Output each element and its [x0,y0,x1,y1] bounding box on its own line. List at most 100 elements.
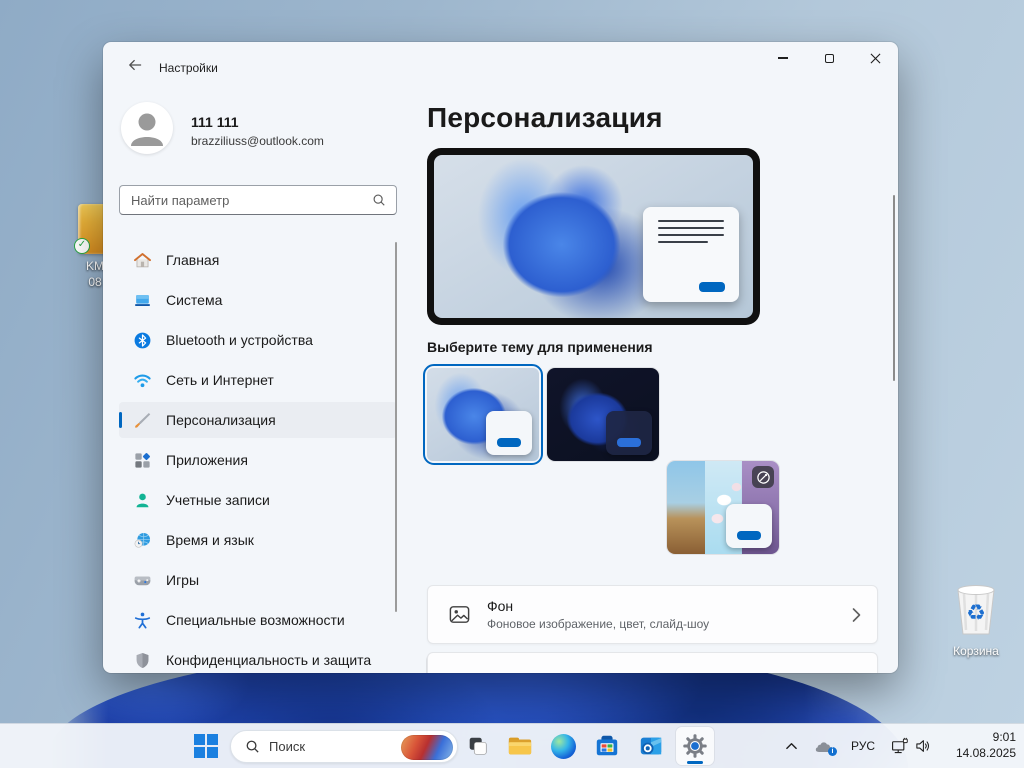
sidebar-item-network[interactable]: Сеть и Интернет [119,362,397,398]
microsoft-store-button[interactable] [588,727,626,765]
minimize-button[interactable] [760,42,806,74]
themes-section-label: Выберите тему для применения [427,339,653,355]
theme-accent-pill [737,531,761,540]
system-icon [132,290,152,310]
bluetooth-icon [132,330,152,350]
maximize-icon [825,54,834,63]
sidebar-item-label: Bluetooth и устройства [166,332,313,348]
sidebar-item-accessibility[interactable]: Специальные возможности [119,602,397,638]
home-icon [132,250,152,270]
profile-name: 111 111 [191,114,239,130]
background-settings-row[interactable]: Фон Фоновое изображение, цвет, слайд-шоу [427,585,878,644]
gear-icon [682,733,708,759]
chevron-up-icon [785,740,798,753]
task-view-button[interactable] [459,727,497,765]
store-icon [594,733,620,759]
search-icon [245,739,260,754]
back-arrow-icon [127,57,143,73]
network-tray-button[interactable] [886,727,912,765]
clock[interactable]: 9:01 14.08.2025 [956,729,1016,761]
sidebar-item-label: Сеть и Интернет [166,372,274,388]
sidebar-item-label: Специальные возможности [166,612,345,628]
sidebar-item-system[interactable]: Система [119,282,397,318]
back-button[interactable] [119,51,151,79]
theme-preview-monitor [427,148,760,325]
onedrive-tray-button[interactable]: i [810,727,838,765]
settings-window: Настройки 111 111 brazziliuss@outlook.co… [103,42,898,673]
sidebar-item-time-language[interactable]: Время и язык [119,522,397,558]
theme-tile-spotlight-collage[interactable] [667,461,779,554]
row-subtitle: Фоновое изображение, цвет, слайд-шоу [487,617,709,631]
outlook-button[interactable] [632,727,670,765]
gamepad-icon [132,570,152,590]
task-view-icon [466,734,490,758]
preview-text-line [658,220,724,222]
search-highlight-image [401,735,453,760]
search-icon [372,193,386,207]
file-explorer-button[interactable] [501,727,539,765]
window-controls [760,42,898,74]
sidebar-item-privacy[interactable]: Конфиденциальность и защита [119,642,397,673]
wifi-icon [132,370,152,390]
theme-accent-pill [497,438,521,447]
recycle-bin-label: Корзина [944,644,1008,658]
svg-text:♻: ♻ [966,601,986,626]
theme-thumbnail [427,368,539,461]
settings-search-box [119,185,397,215]
volume-tray-button[interactable] [910,727,936,765]
recycle-bin[interactable]: ♻ Корзина [944,580,1008,658]
settings-search-input[interactable] [120,193,372,208]
speaker-icon [914,737,932,755]
maximize-button[interactable] [806,42,852,74]
theme-tile-windows-light-selected[interactable] [423,364,543,465]
preview-accent-button [699,282,725,292]
edge-button[interactable] [544,727,582,765]
sidebar-item-label: Приложения [166,452,248,468]
desktop-wallpaper: ✓ KM 08 ♻ Корзина Настройки [0,0,1024,768]
sidebar-item-apps[interactable]: Приложения [119,442,397,478]
tray-overflow-button[interactable] [778,727,804,765]
theme-preview-wallpaper [434,155,753,318]
onedrive-info-badge: i [828,747,837,756]
settings-button-active[interactable] [676,727,714,765]
selected-indicator [119,412,122,428]
close-button[interactable] [852,42,898,74]
active-app-indicator [687,761,703,764]
theme-mini-card [486,411,532,455]
preview-text-line [658,227,724,229]
theme-mini-card [606,411,652,455]
file-check-badge-icon: ✓ [74,238,90,254]
sidebar-item-personalization[interactable]: Персонализация [119,402,397,438]
taskbar: 24° Поиск [0,723,1024,768]
windows-logo-icon [194,734,218,758]
theme-mini-card [726,504,772,548]
time-language-icon [132,530,152,550]
clock-time: 9:01 [956,729,1016,745]
clock-date: 14.08.2025 [956,745,1016,761]
shield-icon [132,650,152,670]
start-button[interactable] [187,727,225,765]
folder-icon [507,733,533,759]
minimize-icon [778,57,788,58]
apps-icon [132,450,152,470]
language-indicator[interactable]: РУС [846,727,880,765]
sidebar-item-label: Игры [166,572,199,588]
picture-icon [448,603,471,626]
taskbar-search[interactable]: Поиск [230,730,458,763]
sidebar-item-accounts[interactable]: Учетные записи [119,482,397,518]
sidebar-item-bluetooth[interactable]: Bluetooth и устройства [119,322,397,358]
content-scrollbar[interactable] [893,195,895,381]
edge-icon [551,734,576,759]
sidebar-scrollbar[interactable] [395,242,397,612]
sidebar-item-label: Система [166,292,222,308]
onedrive-cloud-icon: i [814,739,834,754]
row-title: Фон [487,598,709,614]
sidebar-item-gaming[interactable]: Игры [119,562,397,598]
preview-text-line [658,241,708,243]
brush-icon [132,410,152,430]
taskbar-search-label: Поиск [269,739,305,754]
sidebar-item-home[interactable]: Главная [119,242,397,278]
avatar[interactable] [121,102,173,154]
next-settings-row-partial[interactable] [427,652,878,673]
theme-tile-windows-dark[interactable] [547,368,659,461]
